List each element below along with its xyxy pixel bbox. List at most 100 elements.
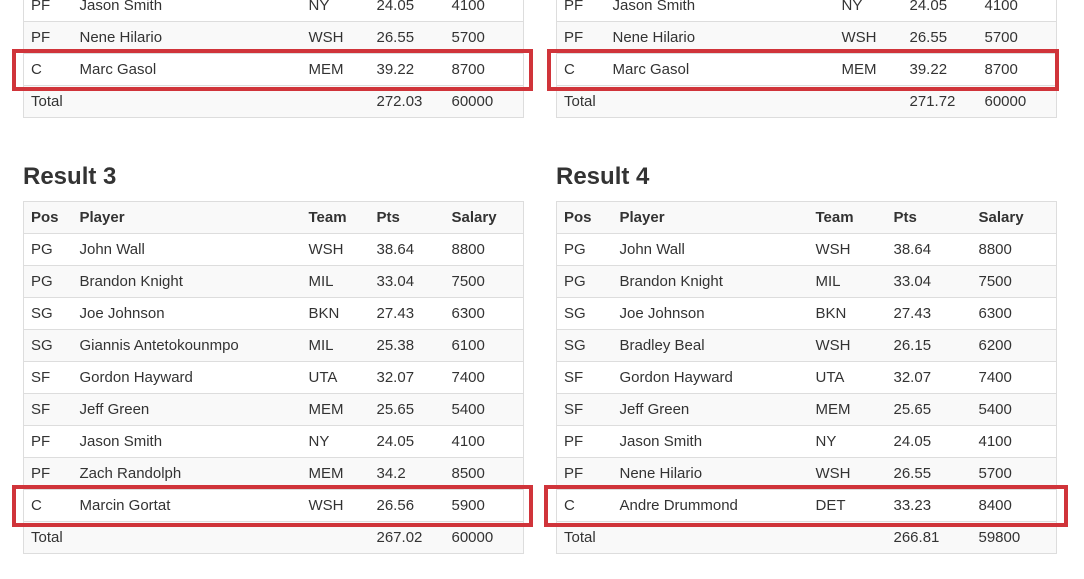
cell-pts: 25.65 [369,393,445,426]
cell-player: Jason Smith [72,425,302,458]
cell-salary: 8700 [444,53,524,86]
cell-player: Joe Johnson [72,297,302,330]
player-row: SG Joe Johnson BKN 27.43 6300 [23,297,524,330]
result-4-table: Pos Player Team Pts Salary PG John Wall WSH 38.… [556,201,1057,554]
cell-pos: PF [556,21,606,54]
cell-salary: 5400 [444,393,524,426]
cell-pts: 27.43 [886,297,972,330]
cell-team: MEM [808,393,887,426]
cell-player: Brandon Knight [612,265,809,298]
cell-pos: C [23,489,73,522]
cell-salary: 7500 [971,265,1057,298]
cell-pts: 27.43 [369,297,445,330]
cell-salary: 8800 [444,233,524,266]
total-label: Total [23,85,73,118]
cell-team: MEM [301,53,370,86]
cell-salary: 8700 [977,53,1057,86]
cell-player: Nene Hilario [72,21,302,54]
cell-pts: 34.2 [369,457,445,490]
total-pts: 266.81 [886,521,972,554]
cell-player: Jeff Green [612,393,809,426]
header-row: Pos Player Team Pts Salary [556,201,1057,234]
total-pts: 271.72 [902,85,978,118]
cell-pos: PF [23,457,73,490]
player-row: C Marc Gasol MEM 39.22 8700 [23,53,524,86]
total-blank [301,521,370,554]
cell-pos: SF [556,361,613,394]
cell-player: Jason Smith [605,0,835,22]
cell-pts: 33.04 [886,265,972,298]
player-row: PF Zach Randolph MEM 34.2 8500 [23,457,524,490]
cell-team: WSH [808,329,887,362]
column-header-salary: Salary [451,209,497,226]
result-3-title: Result 3 [23,163,117,190]
player-row: SG Bradley Beal WSH 26.15 6200 [556,329,1057,362]
cell-pts: 24.05 [369,0,445,22]
cell-team: MEM [301,457,370,490]
player-row: PF Nene Hilario WSH 26.55 5700 [556,457,1057,490]
cell-player: Brandon Knight [72,265,302,298]
total-blank [808,521,887,554]
player-row: PF Jason Smith NY 24.05 4100 [556,0,1057,22]
cell-pos: PG [23,233,73,266]
cell-salary: 8500 [444,457,524,490]
cell-team: NY [808,425,887,458]
cell-salary: 6200 [971,329,1057,362]
player-row: PF Jason Smith NY 24.05 4100 [23,0,524,22]
cell-player: Giannis Antetokounmpo [72,329,302,362]
cell-pts: 25.38 [369,329,445,362]
cell-pts: 24.05 [902,0,978,22]
cell-salary: 8400 [971,489,1057,522]
column-header-team: Team [308,209,347,226]
cell-pts: 25.65 [886,393,972,426]
cell-salary: 6300 [444,297,524,330]
cell-pts: 26.55 [902,21,978,54]
result-3-rows: PG John Wall WSH 38.64 8800 PG Brandon Knight M… [23,233,524,554]
cell-pos: SF [23,393,73,426]
column-header-salary: Salary [978,209,1024,226]
player-row: PG John Wall WSH 38.64 8800 [556,233,1057,266]
result-4-title: Result 4 [556,163,650,190]
result-4-rows: PG John Wall WSH 38.64 8800 PG Brandon Knight M… [556,233,1057,554]
cell-pos: C [23,53,73,86]
cell-pts: 39.22 [369,53,445,86]
cell-pos: PF [23,21,73,54]
cell-pos: PF [556,0,606,22]
cell-pts: 26.15 [886,329,972,362]
cell-pos: PF [23,425,73,458]
cell-salary: 4100 [977,0,1057,22]
total-label: Total [23,521,73,554]
result-3-table: Pos Player Team Pts Salary PG John Wall WSH 38.… [23,201,524,554]
result-2-table: PF Jason Smith NY 24.05 4100 PF Nene Hilario WS… [556,0,1057,118]
player-row: SG Giannis Antetokounmpo MIL 25.38 6100 [23,329,524,362]
player-row: PF Nene Hilario WSH 26.55 5700 [23,21,524,54]
total-salary: 60000 [444,521,524,554]
header-row: Pos Player Team Pts Salary [23,201,524,234]
player-row: PG John Wall WSH 38.64 8800 [23,233,524,266]
cell-player: Marc Gasol [605,53,835,86]
cell-player: John Wall [72,233,302,266]
cell-player: Gordon Hayward [612,361,809,394]
cell-salary: 4100 [444,0,524,22]
cell-pos: C [556,53,606,86]
cell-salary: 7400 [971,361,1057,394]
player-row: SF Gordon Hayward UTA 32.07 7400 [23,361,524,394]
total-pts: 272.03 [369,85,445,118]
cell-pos: SG [556,329,613,362]
cell-salary: 5700 [444,21,524,54]
total-blank [612,521,809,554]
cell-pos: SF [556,393,613,426]
cell-salary: 4100 [971,425,1057,458]
cell-pts: 32.07 [369,361,445,394]
player-row: PG Brandon Knight MIL 33.04 7500 [556,265,1057,298]
cell-pts: 33.23 [886,489,972,522]
cell-pos: SG [23,329,73,362]
cell-pos: SG [556,297,613,330]
cell-team: WSH [808,233,887,266]
result-2-rows: PF Jason Smith NY 24.05 4100 PF Nene Hilario WS… [556,0,1057,118]
player-row: SF Gordon Hayward UTA 32.07 7400 [556,361,1057,394]
cell-salary: 5400 [971,393,1057,426]
cell-salary: 6300 [971,297,1057,330]
cell-team: WSH [301,21,370,54]
cell-team: UTA [301,361,370,394]
